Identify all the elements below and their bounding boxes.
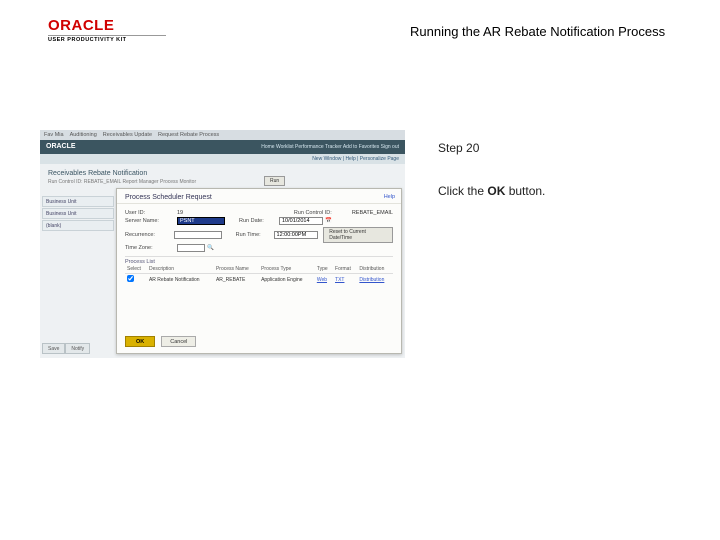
- recurrence-field[interactable]: [174, 231, 222, 239]
- page-heading: Receivables Rebate Notification: [40, 164, 405, 179]
- row-type-cell[interactable]: Web: [315, 274, 333, 286]
- row-description: AR Rebate Notification: [147, 274, 214, 286]
- row-select-cell[interactable]: [125, 274, 147, 286]
- col-type: Type: [315, 265, 333, 274]
- process-scheduler-dialog: Process Scheduler Request Help User ID: …: [116, 188, 402, 354]
- col-format: Format: [333, 265, 357, 274]
- sub-toolbar[interactable]: New Window | Help | Personalize Page: [40, 154, 405, 164]
- instr-part1: Click the: [438, 184, 487, 198]
- run-ctrl-value: REBATE_EMAIL: [352, 210, 393, 216]
- left-fields: Business Unit Business Unit (blank): [42, 196, 114, 232]
- tab-0[interactable]: Fav Mia: [44, 132, 64, 138]
- oracle-logo-block: ORACLE USER PRODUCTIVITY KIT: [48, 18, 166, 44]
- instr-part2: button.: [505, 184, 545, 198]
- ok-button[interactable]: OK: [125, 336, 155, 347]
- calendar-icon[interactable]: 📅: [325, 218, 332, 224]
- dialog-help-link[interactable]: Help: [384, 194, 395, 200]
- tab-1[interactable]: Auditioning: [70, 132, 97, 138]
- row-process-type: Application Engine: [259, 274, 315, 286]
- lookup-icon[interactable]: 🔍: [207, 245, 214, 251]
- row-type-link[interactable]: Web: [317, 277, 327, 283]
- run-button-bg[interactable]: Run: [264, 176, 285, 186]
- dialog-buttons: OK Cancel: [125, 336, 196, 347]
- table-header-row: Select Description Process Name Process …: [125, 265, 393, 274]
- timezone-field[interactable]: [177, 244, 205, 252]
- oracle-wordmark: ORACLE: [48, 18, 166, 33]
- cancel-button[interactable]: Cancel: [161, 336, 196, 347]
- run-date-field[interactable]: [279, 217, 323, 225]
- tab-3[interactable]: Request Rebate Process: [158, 132, 219, 138]
- recurrence-label: Recurrence:: [125, 232, 174, 238]
- logo-divider: [48, 35, 166, 36]
- oracle-header-links[interactable]: Home Worklist Performance Tracker Add to…: [255, 140, 405, 154]
- instruction-panel: Step 20 Click the OK button.: [438, 140, 678, 200]
- lp-business-unit-value[interactable]: Business Unit: [42, 208, 114, 219]
- col-process-type: Process Type: [259, 265, 315, 274]
- row-dist-link[interactable]: Distribution: [359, 277, 384, 283]
- upk-subtitle: USER PRODUCTIVITY KIT: [48, 38, 166, 44]
- row-format-link[interactable]: TXT: [335, 277, 344, 283]
- server-name-label: Server Name:: [125, 218, 177, 224]
- server-name-field[interactable]: [177, 217, 225, 225]
- row-format-cell[interactable]: TXT: [333, 274, 357, 286]
- oracle-app-bar: ORACLE Home Worklist Performance Tracker…: [40, 140, 405, 154]
- col-select: Select: [125, 265, 147, 274]
- run-time-field[interactable]: [274, 231, 318, 239]
- lp-business-unit-label: Business Unit: [42, 196, 114, 207]
- reset-datetime-button[interactable]: Reset to Current Date/Time: [323, 227, 393, 243]
- tab-2[interactable]: Receivables Update: [103, 132, 152, 138]
- dialog-title: Process Scheduler Request: [117, 189, 401, 204]
- oracle-brand-bar: ORACLE: [40, 140, 82, 154]
- instr-bold: OK: [487, 184, 505, 198]
- row-select-checkbox[interactable]: [127, 275, 134, 282]
- run-time-label: Run Time:: [236, 232, 274, 238]
- browser-tabs: Fav Mia Auditioning Receivables Update R…: [40, 130, 405, 140]
- save-tab[interactable]: Save: [42, 343, 65, 354]
- run-button[interactable]: Run: [264, 176, 285, 186]
- process-list-table: Select Description Process Name Process …: [125, 265, 393, 285]
- run-date-label: Run Date:: [239, 218, 279, 224]
- timezone-label: Time Zone:: [125, 245, 177, 251]
- page-title: Running the AR Rebate Notification Proce…: [410, 24, 665, 39]
- embedded-screenshot: Fav Mia Auditioning Receivables Update R…: [40, 130, 405, 358]
- step-label: Step 20: [438, 140, 678, 157]
- row-dist-cell[interactable]: Distribution: [357, 274, 393, 286]
- process-list: Process List Select Description Process …: [125, 256, 393, 285]
- table-row: AR Rebate Notification AR_REBATE Applica…: [125, 274, 393, 286]
- col-description: Description: [147, 265, 214, 274]
- row-process-name: AR_REBATE: [214, 274, 259, 286]
- col-distribution: Distribution: [357, 265, 393, 274]
- user-id-value: 19: [177, 210, 183, 216]
- user-id-label: User ID:: [125, 210, 177, 216]
- notify-tab[interactable]: Notify: [65, 343, 90, 354]
- lp-blank: (blank): [42, 220, 114, 231]
- run-ctrl-label: Run Control ID:: [294, 210, 352, 216]
- col-process-name: Process Name: [214, 265, 259, 274]
- bottom-action-tabs: Save Notify: [42, 343, 90, 354]
- instruction-text: Click the OK button.: [438, 183, 678, 200]
